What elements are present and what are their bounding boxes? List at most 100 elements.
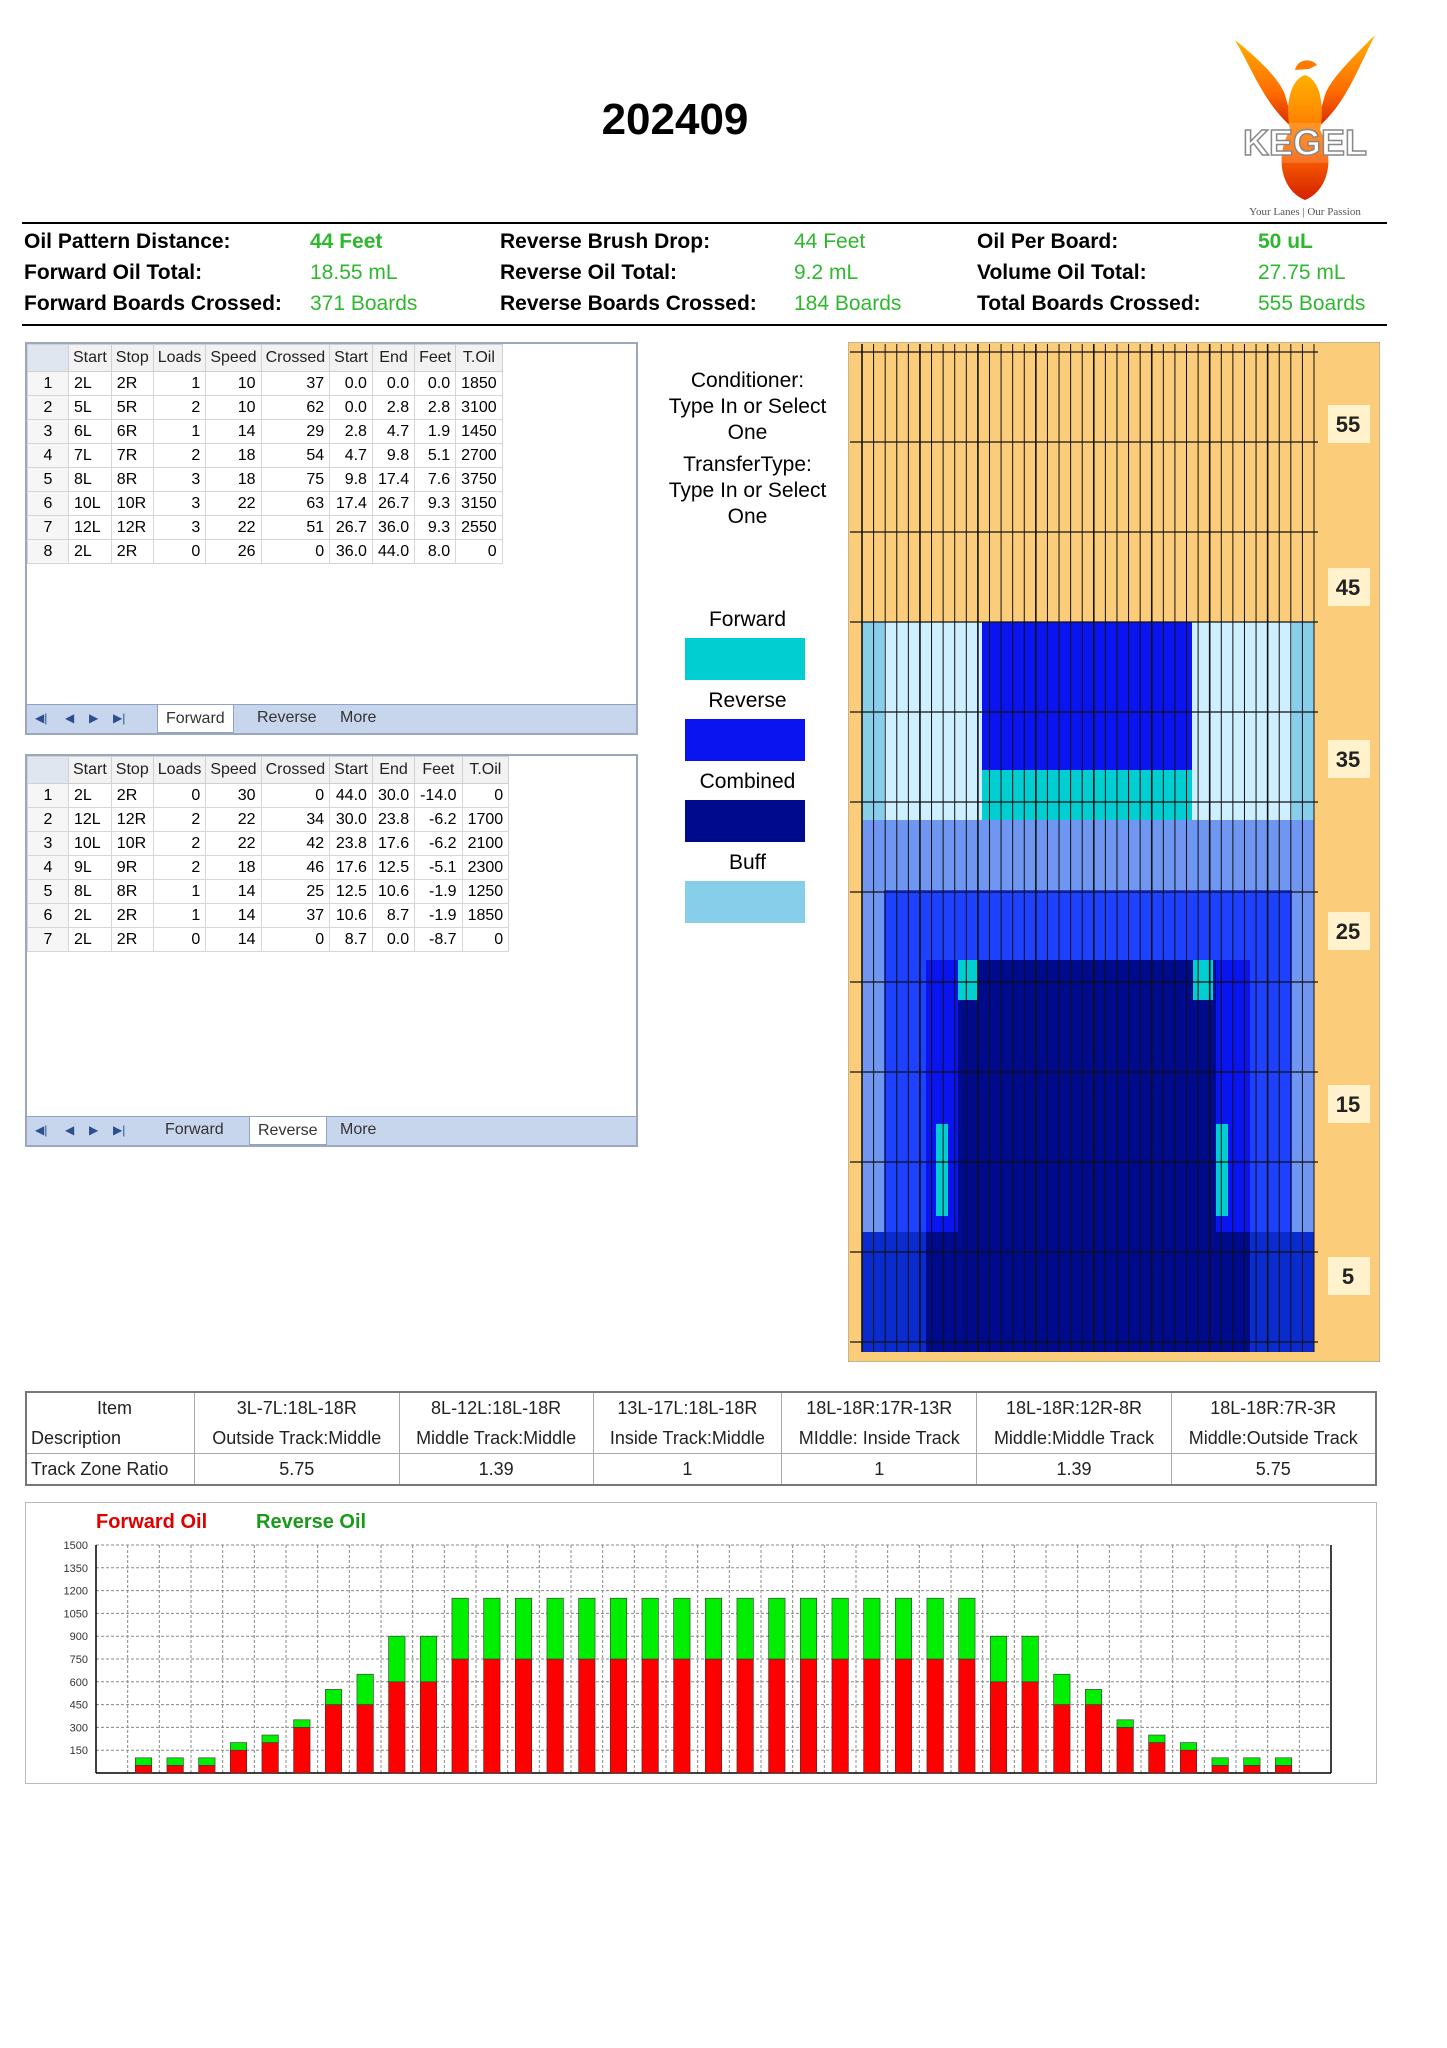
table-cell[interactable]: 12.5	[371, 855, 416, 880]
table-cell[interactable]: 5L	[68, 395, 112, 420]
tab-more[interactable]: More	[332, 709, 384, 727]
table-cell[interactable]: 36.0	[329, 539, 373, 564]
table-cell[interactable]: -6.2	[414, 807, 463, 832]
table-cell[interactable]: 2L	[68, 371, 112, 396]
table-cell[interactable]: -1.9	[414, 879, 463, 904]
table-cell[interactable]: 23.8	[329, 831, 373, 856]
table-cell[interactable]: 8.0	[414, 539, 457, 564]
table-cell[interactable]: 75	[260, 467, 331, 492]
table-cell[interactable]: -6.2	[414, 831, 463, 856]
table-cell[interactable]: 26.7	[329, 515, 373, 540]
table-cell[interactable]: 1	[152, 371, 207, 396]
table-cell[interactable]: 1	[152, 903, 207, 928]
table-cell[interactable]: 1850	[461, 903, 510, 928]
table-cell[interactable]: 23.8	[371, 807, 416, 832]
table-cell[interactable]: 0	[152, 927, 207, 952]
table-cell[interactable]: 0.0	[371, 927, 416, 952]
table-cell[interactable]: 18	[205, 855, 262, 880]
table-cell[interactable]: 4.7	[329, 443, 373, 468]
conditioner-value[interactable]: Type In or Select	[650, 394, 845, 420]
table-cell[interactable]: 2R	[110, 783, 154, 808]
table-cell[interactable]: 22	[205, 515, 262, 540]
table-cell[interactable]: 0	[260, 927, 331, 952]
table-cell[interactable]: 9.3	[414, 515, 457, 540]
table-cell[interactable]: 12R	[110, 807, 154, 832]
prev-sheet-icon[interactable]: ◀	[65, 1123, 74, 1137]
table-cell[interactable]: 18	[205, 443, 262, 468]
first-sheet-icon[interactable]: ◀|	[35, 1123, 47, 1137]
table-cell[interactable]: 2100	[461, 831, 510, 856]
table-cell[interactable]: 8L	[68, 879, 112, 904]
table-cell[interactable]: 2700	[455, 443, 503, 468]
table-cell[interactable]: 12R	[110, 515, 154, 540]
table-cell[interactable]: 6L	[68, 419, 112, 444]
table-cell[interactable]: 3	[152, 515, 207, 540]
table-cell[interactable]: 0.0	[371, 371, 416, 396]
table-cell[interactable]: 22	[205, 831, 262, 856]
table-cell[interactable]: 2	[152, 807, 207, 832]
table-cell[interactable]: 0	[260, 783, 331, 808]
table-cell[interactable]: 0	[260, 539, 331, 564]
tab-more[interactable]: More	[332, 1121, 384, 1139]
table-cell[interactable]: 7.6	[414, 467, 457, 492]
tab-forward[interactable]: Forward	[157, 705, 234, 733]
select-all-corner[interactable]	[27, 344, 69, 372]
table-cell[interactable]: 5.1	[414, 443, 457, 468]
table-cell[interactable]: 12L	[68, 807, 112, 832]
table-cell[interactable]: 0	[152, 539, 207, 564]
table-cell[interactable]: 10L	[68, 491, 112, 516]
table-cell[interactable]: -5.1	[414, 855, 463, 880]
table-cell[interactable]: 12L	[68, 515, 112, 540]
table-cell[interactable]: 14	[205, 903, 262, 928]
table-cell[interactable]: 25	[260, 879, 331, 904]
table-cell[interactable]: 2.8	[371, 395, 416, 420]
table-cell[interactable]: 9.8	[329, 467, 373, 492]
table-cell[interactable]: 2.8	[414, 395, 457, 420]
table-cell[interactable]: 51	[260, 515, 331, 540]
table-cell[interactable]: 1450	[455, 419, 503, 444]
table-cell[interactable]: 7L	[68, 443, 112, 468]
table-cell[interactable]: 8.7	[329, 927, 373, 952]
table-cell[interactable]: 10	[205, 371, 262, 396]
table-cell[interactable]: 7R	[110, 443, 154, 468]
last-sheet-icon[interactable]: ▶|	[113, 711, 125, 725]
table-cell[interactable]: 2L	[68, 539, 112, 564]
table-cell[interactable]: 1250	[461, 879, 510, 904]
table-cell[interactable]: 10.6	[371, 879, 416, 904]
table-cell[interactable]: 8R	[110, 879, 154, 904]
table-cell[interactable]: 12.5	[329, 879, 373, 904]
table-cell[interactable]: 0	[152, 783, 207, 808]
prev-sheet-icon[interactable]: ◀	[65, 711, 74, 725]
table-cell[interactable]: 26.7	[371, 491, 416, 516]
table-cell[interactable]: 2L	[68, 903, 112, 928]
table-cell[interactable]: 30	[205, 783, 262, 808]
next-sheet-icon[interactable]: ▶	[89, 1123, 98, 1137]
table-cell[interactable]: 17.6	[329, 855, 373, 880]
tab-forward[interactable]: Forward	[157, 1121, 232, 1139]
table-cell[interactable]: -8.7	[414, 927, 463, 952]
table-cell[interactable]: 22	[205, 807, 262, 832]
table-cell[interactable]: 2	[152, 443, 207, 468]
table-cell[interactable]: 17.4	[371, 467, 416, 492]
table-cell[interactable]: 22	[205, 491, 262, 516]
table-cell[interactable]: 0	[461, 927, 510, 952]
table-cell[interactable]: 30.0	[329, 807, 373, 832]
table-cell[interactable]: 17.6	[371, 831, 416, 856]
table-cell[interactable]: 2L	[68, 927, 112, 952]
table-cell[interactable]: 1	[152, 879, 207, 904]
table-cell[interactable]: 14	[205, 927, 262, 952]
table-cell[interactable]: 4.7	[371, 419, 416, 444]
table-cell[interactable]: 18	[205, 467, 262, 492]
table-cell[interactable]: 2L	[68, 783, 112, 808]
table-cell[interactable]: 9.8	[371, 443, 416, 468]
table-cell[interactable]: 0	[461, 783, 510, 808]
table-cell[interactable]: 1850	[455, 371, 503, 396]
table-cell[interactable]: 1	[152, 419, 207, 444]
table-cell[interactable]: 10R	[110, 831, 154, 856]
tab-reverse[interactable]: Reverse	[249, 1117, 327, 1145]
table-cell[interactable]: 2R	[110, 539, 154, 564]
table-cell[interactable]: 9L	[68, 855, 112, 880]
table-cell[interactable]: 37	[260, 371, 331, 396]
table-cell[interactable]: 42	[260, 831, 331, 856]
table-cell[interactable]: 36.0	[371, 515, 416, 540]
